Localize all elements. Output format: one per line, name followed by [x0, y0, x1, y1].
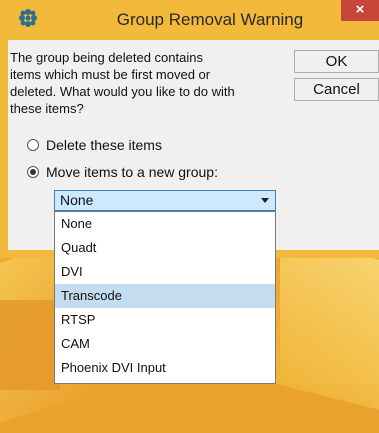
dropdown-item-quadt[interactable]: Quadt [55, 236, 275, 260]
option-delete-items[interactable]: Delete these items [27, 136, 162, 154]
group-select-value: None [60, 192, 94, 208]
dropdown-item-transcode[interactable]: Transcode [55, 284, 275, 308]
warning-message: The group being deleted contains items w… [10, 50, 235, 116]
dialog-title: Group Removal Warning [116, 10, 304, 29]
dropdown-item-phoenix-dvi-input[interactable]: Phoenix DVI Input [55, 356, 275, 380]
option-move-label: Move items to a new group: [46, 164, 218, 180]
cancel-button[interactable]: Cancel [294, 78, 379, 101]
dropdown-item-cam[interactable]: CAM [55, 332, 275, 356]
title-bar[interactable]: Group Removal Warning × [0, 0, 379, 40]
radio-move-items[interactable] [27, 166, 39, 178]
desktop-streak [280, 235, 379, 415]
chevron-down-icon[interactable] [261, 198, 269, 203]
desktop-streak [0, 300, 60, 390]
ok-button[interactable]: OK [294, 50, 379, 73]
close-button[interactable]: × [341, 0, 379, 21]
group-select[interactable]: None [54, 190, 276, 211]
dropdown-item-none[interactable]: None [55, 212, 275, 236]
app-icon [19, 9, 37, 27]
option-delete-label: Delete these items [46, 137, 162, 153]
group-dropdown-list[interactable]: None Quadt DVI Transcode RTSP CAM Phoeni… [54, 211, 276, 384]
dropdown-item-rtsp[interactable]: RTSP [55, 308, 275, 332]
option-move-items[interactable]: Move items to a new group: [27, 163, 218, 181]
radio-delete-items[interactable] [27, 139, 39, 151]
dropdown-item-dvi[interactable]: DVI [55, 260, 275, 284]
